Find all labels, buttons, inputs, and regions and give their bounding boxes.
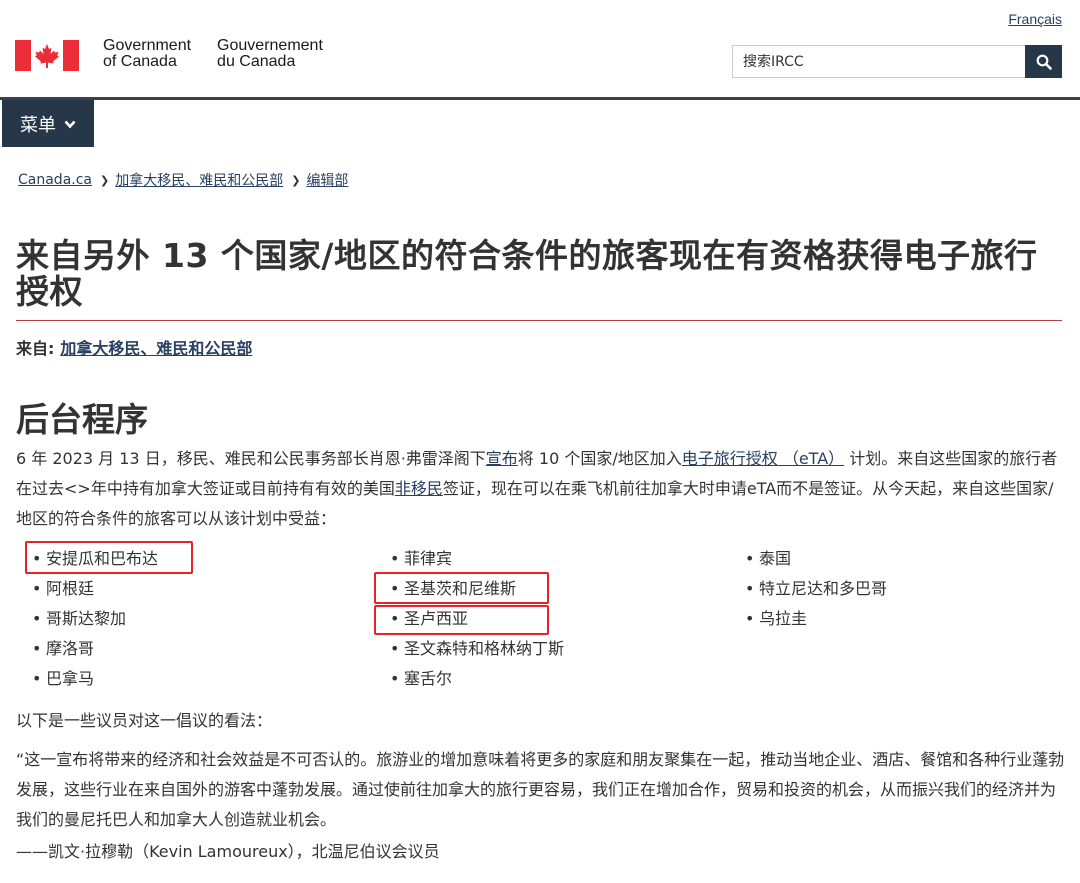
menu-label: 菜单 bbox=[20, 114, 56, 136]
menu-button[interactable]: 菜单 bbox=[2, 100, 94, 147]
from-department-link[interactable]: 加拿大移民、难民和公民部 bbox=[60, 339, 252, 358]
nonimmigrant-link[interactable]: 非移民 bbox=[395, 479, 443, 498]
announce-link[interactable]: 宣布 bbox=[486, 449, 518, 468]
list-item: 特立尼达和多巴哥 bbox=[733, 574, 887, 604]
list-item: 塞舌尔 bbox=[378, 664, 564, 694]
breadcrumb: Canada.ca ❯ 加拿大移民、难民和公民部 ❯ 编辑部 bbox=[18, 170, 348, 190]
from-line: 来自: 加拿大移民、难民和公民部 bbox=[16, 335, 252, 359]
list-item: 巴拿马 bbox=[20, 664, 158, 694]
canada-flag-icon bbox=[15, 40, 79, 71]
chevron-right-icon: ❯ bbox=[100, 173, 110, 187]
search-button[interactable] bbox=[1025, 45, 1062, 78]
header-divider bbox=[0, 97, 1080, 100]
list-item: 乌拉圭 bbox=[733, 604, 887, 634]
list-item: 圣文森特和格林纳丁斯 bbox=[378, 634, 564, 664]
section-heading: 后台程序 bbox=[16, 400, 148, 439]
intro-paragraph: 6 年 2023 月 13 日，移民、难民和公民事务部长肖恩·弗雷泽阁下宣布将 … bbox=[16, 449, 1058, 528]
from-label: 来自: bbox=[16, 339, 55, 358]
page-title: 来自另外 13 个国家/地区的符合条件的旅客现在有资格获得电子旅行授权 bbox=[16, 236, 1038, 311]
country-list-col3: 泰国 特立尼达和多巴哥 乌拉圭 bbox=[733, 544, 887, 634]
list-item: 泰国 bbox=[733, 544, 887, 574]
quote-paragraph: “这一宣布将带来的经济和社会效益是不可否认的。旅游业的增加意味着将更多的家庭和朋… bbox=[16, 750, 1065, 829]
goc-signature[interactable]: Government of Canada Gouvernement du Can… bbox=[15, 38, 323, 71]
title-underline bbox=[16, 320, 1062, 321]
site-search bbox=[732, 45, 1062, 78]
list-item: 哥斯达黎加 bbox=[20, 604, 158, 634]
list-item: 摩洛哥 bbox=[20, 634, 158, 664]
list-item: 菲律宾 bbox=[378, 544, 564, 574]
highlight-box bbox=[374, 605, 549, 635]
search-icon bbox=[1036, 54, 1052, 70]
highlight-box bbox=[374, 572, 549, 604]
wordmark-french: Gouvernement du Canada bbox=[217, 37, 323, 70]
list-item: 阿根廷 bbox=[20, 574, 158, 604]
chevron-down-icon bbox=[64, 118, 76, 132]
quote-attribution: ——凯文·拉穆勒（Kevin Lamoureux），北温尼伯议会议员 bbox=[16, 842, 440, 861]
wordmark-english: Government of Canada bbox=[103, 37, 192, 70]
eta-link[interactable]: 电子旅行授权 （eTA） bbox=[682, 449, 844, 468]
breadcrumb-link-ircc[interactable]: 加拿大移民、难民和公民部 bbox=[115, 170, 283, 190]
language-toggle-link[interactable]: Français bbox=[1008, 11, 1062, 27]
highlight-box bbox=[25, 541, 193, 574]
breadcrumb-link-canada[interactable]: Canada.ca bbox=[18, 172, 92, 188]
breadcrumb-link-newsroom[interactable]: 编辑部 bbox=[306, 170, 348, 190]
opinion-intro: 以下是一些议员对这一倡议的看法： bbox=[16, 711, 273, 730]
chevron-right-icon: ❯ bbox=[291, 173, 301, 187]
search-input[interactable] bbox=[732, 45, 1025, 78]
